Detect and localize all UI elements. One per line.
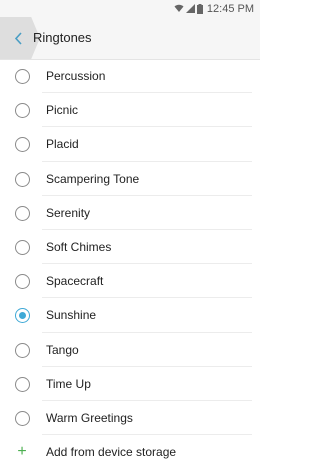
ringtone-row[interactable]: Tango: [0, 333, 260, 367]
add-from-storage-label: Add from device storage: [46, 445, 177, 460]
ringtone-label: Soft Chimes: [46, 240, 112, 255]
ringtone-row[interactable]: Picnic: [0, 93, 260, 128]
ringtone-row[interactable]: Soft Chimes: [0, 230, 260, 265]
signal-icon: [185, 4, 195, 13]
ringtone-row[interactable]: Sunshine: [0, 298, 260, 333]
ringtone-label: Placid: [46, 137, 79, 152]
radio-button-selected[interactable]: [15, 308, 30, 324]
ringtone-row[interactable]: Spacecraft: [0, 264, 260, 299]
radio-button[interactable]: [15, 342, 30, 358]
ringtone-label: Tango: [46, 342, 79, 357]
radio-button[interactable]: [15, 240, 30, 256]
battery-icon: [196, 3, 203, 14]
ringtone-list: Percussion Picnic Placid Scampering Tone…: [0, 59, 260, 469]
radio-button[interactable]: [15, 205, 30, 221]
radio-button[interactable]: [15, 410, 30, 426]
radio-button[interactable]: [15, 376, 30, 392]
plus-icon: +: [17, 443, 27, 461]
ringtone-label: Time Up: [46, 376, 91, 391]
ringtone-row[interactable]: Warm Greetings: [0, 401, 260, 436]
status-bar: 12:45 PM: [0, 0, 260, 17]
ringtone-label: Spacecraft: [46, 274, 104, 289]
page-title: Ringtones: [33, 30, 92, 45]
ringtone-row[interactable]: Scampering Tone: [0, 162, 260, 196]
ringtone-label: Picnic: [46, 103, 79, 118]
ringtone-label: Scampering Tone: [46, 171, 140, 186]
status-icons: [174, 3, 203, 14]
radio-button[interactable]: [15, 69, 30, 85]
ringtone-label: Sunshine: [46, 308, 97, 323]
radio-button[interactable]: [15, 274, 30, 290]
ringtone-label: Warm Greetings: [46, 410, 133, 425]
add-from-storage-button[interactable]: + Add from device storage: [0, 435, 260, 469]
wifi-icon: [174, 4, 184, 12]
radio-button[interactable]: [15, 103, 30, 119]
ringtone-row[interactable]: Placid: [0, 127, 260, 162]
ringtone-row[interactable]: Time Up: [0, 367, 260, 401]
radio-button[interactable]: [15, 137, 30, 153]
ringtone-label: Percussion: [46, 69, 106, 84]
ringtone-label: Serenity: [46, 205, 91, 220]
chevron-left-icon: [14, 31, 22, 45]
ringtone-row[interactable]: Percussion: [0, 59, 260, 94]
status-time: 12:45 PM: [206, 2, 254, 15]
ringtone-row[interactable]: Serenity: [0, 196, 260, 230]
radio-button[interactable]: [15, 171, 30, 187]
app-bar: Ringtones: [0, 17, 260, 60]
